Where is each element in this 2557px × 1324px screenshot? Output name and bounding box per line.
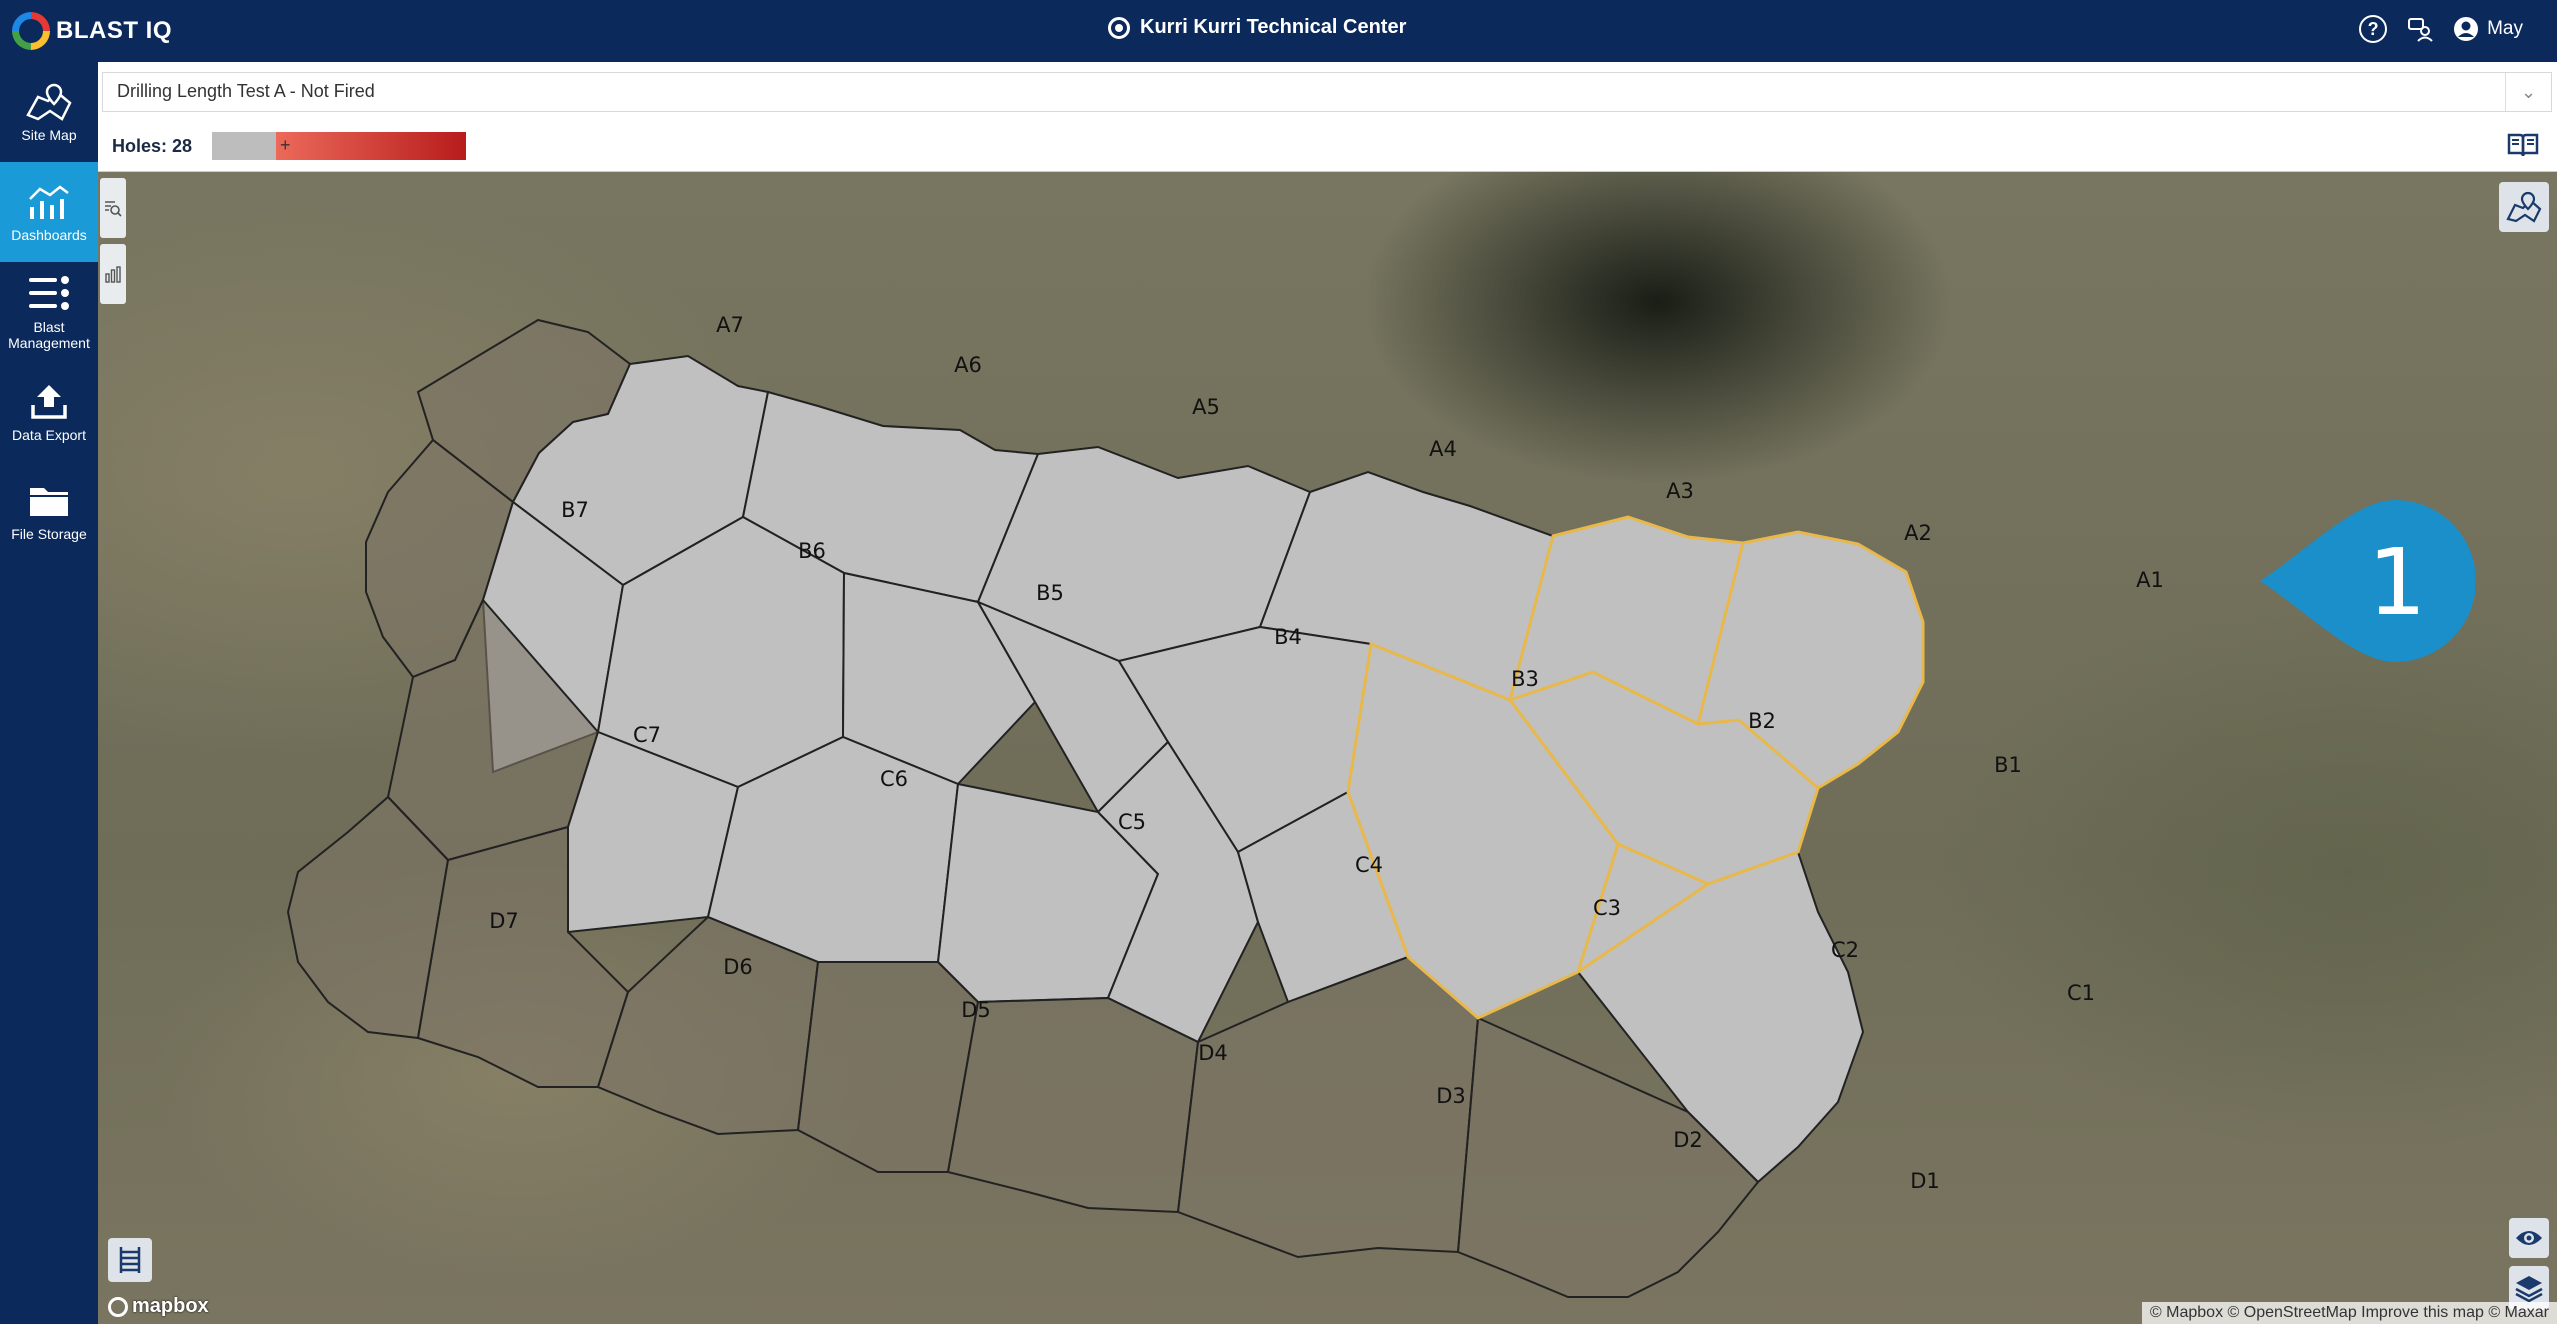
hole-label: C6 [880,767,908,791]
chevron-down-icon[interactable]: ⌄ [2505,73,2551,111]
blast-header: Drilling Length Test A - Not Fired ⌄ Hol… [98,62,2557,172]
sidebar-item-site-map[interactable]: Site Map [0,62,98,162]
site-title[interactable]: Kurri Kurri Technical Center [1108,16,1406,39]
sidebar-item-label: Dashboards [11,227,87,243]
hole-label: D5 [961,998,991,1022]
selected-hole-pin[interactable]: 1 [2260,500,2475,662]
hole-label: D6 [723,955,753,979]
sidebar-item-label: Site Map [21,127,77,143]
filter-search-tool-button[interactable] [100,178,126,238]
site-name: Kurri Kurri Technical Center [1140,16,1407,38]
hole-label: B2 [1748,709,1776,733]
user-name: May [2487,18,2523,39]
filter-search-icon [105,201,122,217]
layers-icon [2515,1276,2543,1303]
hole-label: B3 [1511,667,1539,691]
holes-count: Holes: 28 [112,135,193,156]
mapbox-logo-icon [108,1296,128,1317]
hole-label: D3 [1436,1084,1466,1108]
hole-label: B5 [1036,581,1064,605]
hole-label: B6 [798,539,826,563]
sidebar-item-file-storage[interactable]: File Storage [0,462,98,562]
hole-label: A5 [1192,395,1220,419]
legend-plus-symbol: + [280,135,291,155]
chart-tool-button[interactable] [100,244,126,304]
hole-label: A1 [2136,568,2164,592]
hole-label: C7 [633,723,661,747]
hole-label: C2 [1831,938,1859,962]
sidebar-item-label: Data Export [12,427,86,443]
legend-grey-segment [212,132,277,160]
map-attribution[interactable]: © Mapbox © OpenStreetMap Improve this ma… [2141,1302,2557,1324]
folder-icon [30,488,68,516]
hole-label: A7 [716,313,744,337]
hole-label: D7 [489,909,519,933]
help-icon[interactable]: ? [2359,15,2388,43]
legend-book-icon[interactable] [2507,132,2539,158]
blast-hole-polygons: A7 A6 A5 A4 A3 A2 A1 B7 B6 B5 B4 B3 B2 B… [286,313,2164,1298]
hole-label: A6 [954,353,982,377]
hole-polygon-D4[interactable] [796,961,980,1173]
hole-polygon-D5[interactable] [596,915,820,1136]
holes-summary: Holes: 28 + [98,120,2557,172]
hole-label: C3 [1593,896,1621,920]
hole-label: C5 [1118,810,1146,834]
mapbox-logo-text: mapbox [132,1295,209,1317]
hole-label: D4 [1198,1041,1228,1065]
eye-icon [2516,1231,2542,1245]
support-agent-icon[interactable] [2407,16,2433,42]
legend-list-button[interactable] [108,1238,152,1282]
hole-label: A3 [1666,479,1694,503]
top-right-controls: ? May [2359,15,2523,43]
sidebar: Site Map Dashboards Blast Management Dat… [0,62,98,1324]
ladder-list-icon [119,1247,141,1273]
mapbox-logo[interactable]: mapbox [108,1295,209,1318]
map-view[interactable]: A7 A6 A5 A4 A3 A2 A1 B7 B6 B5 B4 B3 B2 B… [98,172,2557,1324]
map-layer-pin-icon [2506,191,2542,223]
hole-label: C4 [1355,853,1383,877]
sidebar-item-dashboards[interactable]: Dashboards [0,162,98,262]
hole-label: A2 [1904,521,1932,545]
hole-label: B1 [1994,753,2022,777]
hole-label: C1 [2067,981,2095,1005]
logo-icon [12,12,50,50]
sidebar-item-label: Blast Management [8,319,90,351]
visibility-toggle-button[interactable] [2509,1218,2549,1258]
location-target-icon [1108,16,1130,39]
legend-red-segment: + [276,132,467,160]
map-pin-icon [26,83,72,121]
account-circle-icon [2454,17,2479,41]
hole-polygon-D3[interactable] [946,996,1200,1214]
sidebar-item-data-export[interactable]: Data Export [0,362,98,462]
logo-text: BLAST IQ [56,17,172,44]
app-logo[interactable]: BLAST IQ [12,12,172,50]
sidebar-item-blast-management[interactable]: Blast Management [0,262,98,362]
hole-label: B4 [1274,625,1302,649]
hole-polygon-D2[interactable] [1176,955,1480,1259]
blast-select-value: Drilling Length Test A - Not Fired [117,81,375,101]
map-style-button[interactable] [2499,182,2549,232]
top-bar: BLAST IQ Kurri Kurri Technical Center ? … [0,0,2557,62]
pin-label: 1 [2368,529,2427,636]
list-icon [29,276,69,310]
blast-select[interactable]: Drilling Length Test A - Not Fired ⌄ [102,72,2552,112]
color-legend[interactable]: + [212,132,467,160]
bar-chart-icon [105,266,121,283]
user-menu[interactable]: May [2453,16,2523,42]
hole-label: A4 [1429,437,1457,461]
dashboard-chart-icon [29,185,69,219]
sidebar-item-label: File Storage [11,526,87,542]
hole-label: D2 [1673,1128,1703,1152]
upload-icon [31,385,67,419]
hole-label: D1 [1910,1169,1940,1193]
hole-label: B7 [561,498,589,522]
